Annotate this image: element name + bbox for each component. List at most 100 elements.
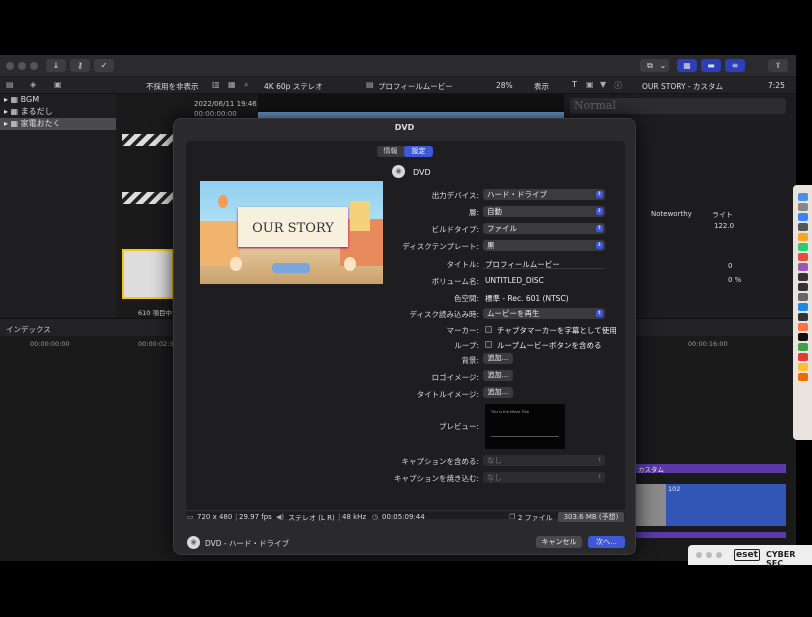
- app-icon[interactable]: [797, 353, 808, 361]
- layers-popup[interactable]: 自動 ⇕: [483, 206, 605, 217]
- app-icon[interactable]: [797, 343, 808, 351]
- cancel-button[interactable]: キャンセル: [536, 536, 582, 548]
- search-icon[interactable]: ⌕: [244, 80, 248, 90]
- clapper-thumbnail[interactable]: [122, 134, 174, 146]
- preview-scrubber: [491, 436, 559, 437]
- clapper-thumbnail[interactable]: [122, 192, 174, 204]
- finder-icon[interactable]: [797, 193, 808, 201]
- app-icon[interactable]: [797, 213, 808, 221]
- chevron-down-icon[interactable]: ⌄: [657, 59, 669, 72]
- onload-popup[interactable]: ムービーを再生 ⇕: [483, 308, 605, 319]
- zoom-window-icon[interactable]: [30, 62, 38, 70]
- file-count: 2 ファイル: [518, 514, 553, 522]
- app-icon[interactable]: [797, 313, 808, 321]
- info-icon[interactable]: ⓘ: [614, 80, 622, 91]
- build-type-popup[interactable]: ファイル ⇕: [483, 223, 605, 234]
- app-icon[interactable]: [797, 243, 808, 251]
- filter-icon[interactable]: ▼: [600, 80, 606, 89]
- inspector-toggle-button[interactable]: ≡: [725, 59, 745, 72]
- video-inspector-icon[interactable]: ▣: [586, 80, 594, 89]
- import-button[interactable]: ↓: [46, 59, 66, 72]
- title-image-add-button[interactable]: 追加...: [483, 387, 513, 398]
- captions-burn-popup[interactable]: なし ⇕: [483, 472, 605, 483]
- app-icon[interactable]: [797, 303, 808, 311]
- clip-thumbnail[interactable]: [122, 249, 174, 299]
- minimize-icon[interactable]: [706, 552, 712, 558]
- library-icon[interactable]: ▤: [6, 80, 14, 89]
- index-button[interactable]: インデックス: [6, 324, 51, 335]
- app-icon[interactable]: [797, 283, 808, 291]
- photos-icon[interactable]: ◈: [30, 80, 36, 89]
- app-icon[interactable]: [797, 323, 808, 331]
- browser-toggle-button[interactable]: ▦: [677, 59, 697, 72]
- background-add-button[interactable]: 追加...: [483, 353, 513, 364]
- value-2[interactable]: 0 %: [728, 276, 741, 284]
- preset-popup[interactable]: Normal: [570, 98, 786, 114]
- timeline-toggle-button[interactable]: ▬: [701, 59, 721, 72]
- size-value[interactable]: 122.0: [714, 222, 734, 230]
- library-item-selected[interactable]: ▸ ▦ 家電おたく: [0, 118, 116, 130]
- text-inspector-icon[interactable]: T: [572, 80, 577, 89]
- app-icon[interactable]: [797, 333, 808, 341]
- frame-icon: ▭: [187, 513, 194, 521]
- clip-appearance-icon[interactable]: ▥: [212, 80, 220, 89]
- title-image-label: タイトルイメージ:: [416, 390, 479, 399]
- app-icon[interactable]: [797, 233, 808, 241]
- title-field[interactable]: プロフィールムービー: [483, 257, 605, 269]
- app-icon[interactable]: [797, 273, 808, 281]
- volume-field[interactable]: UNTITLED_DISC: [483, 274, 605, 286]
- popup-arrows-icon: ⇕: [596, 242, 603, 249]
- video-clip[interactable]: 102: [666, 484, 786, 526]
- weight-popup[interactable]: ライト: [712, 210, 733, 220]
- title-clip[interactable]: カスタム: [636, 464, 786, 474]
- check-button[interactable]: ✓: [94, 59, 114, 72]
- app-icon[interactable]: [797, 263, 808, 271]
- close-window-icon[interactable]: [6, 62, 14, 70]
- minimize-window-icon[interactable]: [18, 62, 26, 70]
- loop-checkbox[interactable]: [485, 341, 492, 348]
- audio-clip[interactable]: [636, 532, 786, 538]
- captions-include-popup[interactable]: なし ⇕: [483, 455, 605, 466]
- speaker-icon: ◀): [276, 513, 285, 521]
- app-icon[interactable]: [797, 203, 808, 211]
- markers-label: マーカー:: [446, 326, 479, 335]
- markers-checkbox[interactable]: [485, 326, 492, 333]
- template-popup[interactable]: 黒 ⇕: [483, 240, 605, 251]
- library-item[interactable]: ▸ ▦ BGM: [0, 94, 116, 106]
- app-icon[interactable]: [797, 363, 808, 371]
- eset-notification[interactable]: eset CYBER SEC: [688, 545, 812, 568]
- value-1[interactable]: 0: [728, 262, 732, 270]
- character-shape: [230, 257, 242, 271]
- app-icon[interactable]: [797, 253, 808, 261]
- next-button[interactable]: 次へ...: [588, 536, 625, 548]
- app-icon[interactable]: [797, 373, 808, 381]
- close-icon[interactable]: [696, 552, 702, 558]
- filter-popup[interactable]: 不採用を非表示: [146, 81, 199, 92]
- font-popup[interactable]: Noteworthy: [651, 210, 692, 218]
- share-button[interactable]: ⇪: [768, 59, 788, 72]
- sep: |: [338, 513, 341, 521]
- colorspace-label: 色空間:: [453, 294, 479, 303]
- divider: [186, 510, 625, 511]
- zoom-popup[interactable]: 28%: [496, 81, 513, 90]
- app-icon[interactable]: [797, 223, 808, 231]
- filmstrip-icon[interactable]: ▦: [228, 80, 236, 89]
- tab-info[interactable]: 情報: [377, 146, 404, 157]
- output-device-popup[interactable]: ハード・ドライブ ⇕: [483, 189, 605, 200]
- logo-label: ロゴイメージ:: [431, 373, 479, 382]
- popup-arrows-icon: ⇕: [597, 457, 602, 463]
- zoom-icon[interactable]: [716, 552, 722, 558]
- titles-icon[interactable]: ▣: [54, 80, 62, 89]
- captions-burn-label: キャプションを焼き込む:: [393, 474, 479, 483]
- volume-label: ボリューム名:: [431, 277, 479, 286]
- project-icon: ▤: [366, 80, 374, 89]
- loop-label: ループ:: [454, 341, 479, 350]
- preview-box: This is the Movie Title: [485, 404, 565, 449]
- keyword-button[interactable]: ⚷: [70, 59, 90, 72]
- view-menu[interactable]: 表示: [534, 81, 549, 92]
- logo-add-button[interactable]: 追加...: [483, 370, 513, 381]
- library-item[interactable]: ▸ ▦ まるだし: [0, 106, 116, 118]
- tab-settings[interactable]: 設定: [404, 146, 433, 157]
- gap-clip[interactable]: [636, 484, 666, 526]
- app-icon[interactable]: [797, 293, 808, 301]
